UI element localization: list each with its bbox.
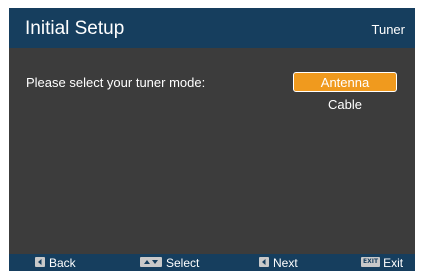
setup-screen: Initial Setup Tuner Please select your t… [9,8,415,271]
exit-hint[interactable]: EXIT Exit [361,256,403,270]
next-label: Next [273,256,298,270]
select-hint[interactable]: Select [140,256,199,270]
footer-bar: Back Select Next EXIT Exit [9,254,415,271]
left-arrow-icon [259,257,269,267]
option-cable[interactable]: Cable [293,95,397,115]
section-label: Tuner [371,22,405,37]
up-down-arrows-icon [140,257,162,267]
header-bar: Initial Setup Tuner [9,8,415,48]
back-label: Back [49,256,76,270]
exit-key-icon: EXIT [361,257,381,267]
tuner-mode-prompt: Please select your tuner mode: [26,75,206,90]
back-hint[interactable]: Back [35,256,76,270]
page-title: Initial Setup [25,18,125,39]
exit-label: Exit [383,256,404,270]
select-label: Select [166,256,200,270]
left-arrow-icon [35,257,45,267]
option-antenna[interactable]: Antenna [293,72,397,92]
next-hint[interactable]: Next [259,256,298,270]
